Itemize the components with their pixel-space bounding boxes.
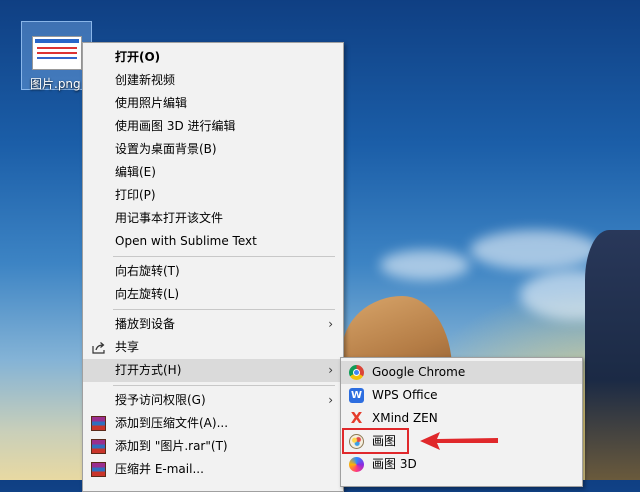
submenu-google-chrome[interactable]: Google Chrome <box>341 361 582 384</box>
menu-cast-to-device[interactable]: 播放到设备 › <box>83 313 343 336</box>
menu-grant-access[interactable]: 授予访问权限(G) › <box>83 389 343 412</box>
menu-rotate-right[interactable]: 向右旋转(T) <box>83 260 343 283</box>
context-menu: 打开(O) 创建新视频 使用照片编辑 使用画图 3D 进行编辑 设置为桌面背景(… <box>82 42 344 492</box>
menu-open[interactable]: 打开(O) <box>83 46 343 69</box>
paint3d-icon <box>349 457 364 472</box>
chevron-right-icon: › <box>328 363 333 377</box>
menu-rotate-left[interactable]: 向左旋转(L) <box>83 283 343 306</box>
file-name-label: 图片.png <box>30 77 81 91</box>
menu-edit[interactable]: 编辑(E) <box>83 161 343 184</box>
menu-separator <box>113 256 335 257</box>
menu-separator <box>113 309 335 310</box>
chrome-icon <box>349 365 364 380</box>
xmind-icon: X <box>350 409 363 427</box>
image-thumbnail <box>32 36 82 70</box>
menu-edit-photos[interactable]: 使用照片编辑 <box>83 92 343 115</box>
menu-share[interactable]: 共享 <box>83 336 343 359</box>
menu-create-video[interactable]: 创建新视频 <box>83 69 343 92</box>
wps-icon: W <box>349 388 364 403</box>
highlight-box <box>342 428 409 454</box>
menu-set-desktop-bg[interactable]: 设置为桌面背景(B) <box>83 138 343 161</box>
submenu-xmind-zen[interactable]: X XMind ZEN <box>341 407 582 430</box>
submenu-wps-office[interactable]: W WPS Office <box>341 384 582 407</box>
menu-add-to-rar[interactable]: 添加到 "图片.rar"(T) <box>83 435 343 458</box>
open-with-submenu: Google Chrome W WPS Office X XMind ZEN 画… <box>340 357 583 487</box>
winrar-icon <box>91 416 106 431</box>
menu-compress-email[interactable]: 压缩并 E-mail... <box>83 458 343 481</box>
cliff <box>585 230 640 480</box>
menu-open-with[interactable]: 打开方式(H) › <box>83 359 343 382</box>
chevron-right-icon: › <box>328 393 333 407</box>
menu-separator <box>113 385 335 386</box>
menu-print[interactable]: 打印(P) <box>83 184 343 207</box>
red-arrow-annotation <box>420 432 498 450</box>
menu-add-to-archive[interactable]: 添加到压缩文件(A)... <box>83 412 343 435</box>
share-icon <box>92 342 105 354</box>
menu-open-sublime[interactable]: Open with Sublime Text <box>83 230 343 253</box>
winrar-icon <box>91 439 106 454</box>
winrar-icon <box>91 462 106 477</box>
submenu-paint-3d[interactable]: 画图 3D <box>341 453 582 476</box>
chevron-right-icon: › <box>328 317 333 331</box>
menu-edit-paint3d[interactable]: 使用画图 3D 进行编辑 <box>83 115 343 138</box>
menu-open-notepad[interactable]: 用记事本打开该文件 <box>83 207 343 230</box>
